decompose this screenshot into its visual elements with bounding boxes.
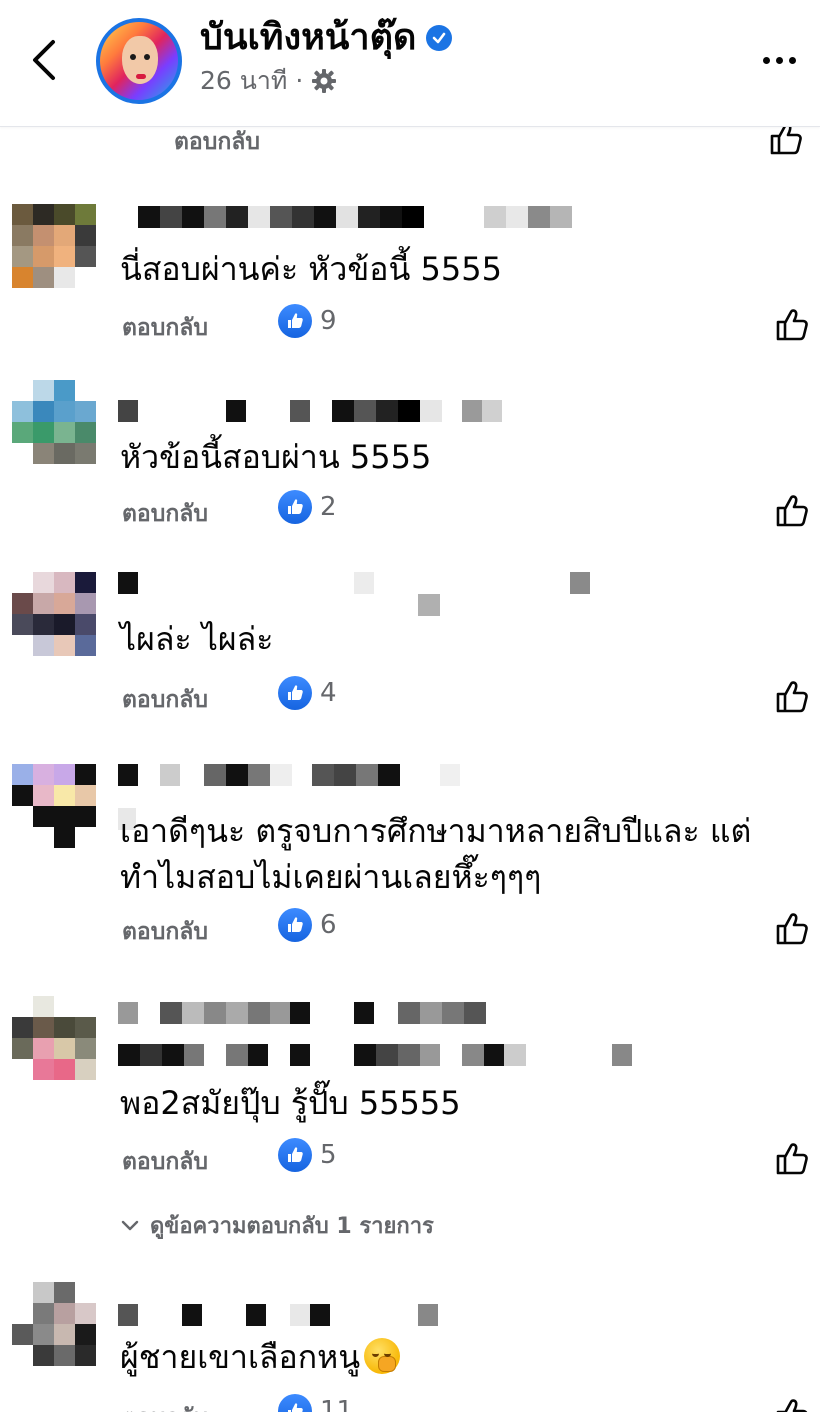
chevron-down-icon xyxy=(121,1220,139,1230)
page-avatar[interactable] xyxy=(96,18,182,104)
reaction-count: 5 xyxy=(320,1140,337,1170)
reaction-count: 2 xyxy=(320,492,337,522)
reaction-summary[interactable]: 11 xyxy=(278,1394,353,1412)
comment-item: นี่สอบผ่านค่ะ หัวข้อนี้ 5555 ตอบกลับ 9 xyxy=(0,196,820,356)
more-dot-icon xyxy=(788,56,796,64)
commenter-avatar[interactable] xyxy=(12,1282,96,1366)
thumbs-up-icon[interactable] xyxy=(772,304,812,344)
comment-item: ไผล่ะ ไผล่ะ ตอบกลับ 4 xyxy=(0,568,820,728)
chevron-left-icon xyxy=(33,40,55,80)
commenter-avatar[interactable] xyxy=(12,996,96,1080)
comment-text: เอาดีๆนะ ตรูจบการศึกษามาหลายสิบปีและ แต่… xyxy=(120,812,752,896)
reaction-summary[interactable]: 6 xyxy=(278,908,337,942)
like-reaction-icon xyxy=(278,1138,312,1172)
reaction-count: 6 xyxy=(320,910,337,940)
more-options-button[interactable] xyxy=(752,40,806,80)
reaction-count: 11 xyxy=(320,1396,354,1412)
reaction-summary[interactable]: 5 xyxy=(278,1138,337,1172)
thumbs-up-icon[interactable] xyxy=(772,908,812,948)
like-reaction-icon xyxy=(278,676,312,710)
avatar-eye xyxy=(144,54,150,60)
back-button[interactable] xyxy=(20,30,68,90)
like-reaction-icon xyxy=(278,908,312,942)
comment-actions: ตอบกลับ 11 xyxy=(122,1394,812,1412)
reply-button[interactable]: ตอบกลับ xyxy=(122,1144,208,1180)
meta-separator: · xyxy=(295,66,304,95)
more-dot-icon xyxy=(762,56,770,64)
thumbs-up-icon[interactable] xyxy=(772,676,812,716)
reaction-summary[interactable]: 4 xyxy=(278,676,337,710)
reply-button[interactable]: ตอบกลับ xyxy=(122,914,208,950)
comment-text: หัวข้อนี้สอบผ่าน 5555 xyxy=(120,438,432,476)
thumbs-up-icon[interactable] xyxy=(772,1394,812,1412)
view-replies-link[interactable]: ดูข้อความตอบกลับ 1 รายการ xyxy=(120,1208,434,1243)
post-meta: 26 นาที · xyxy=(200,64,337,98)
comment-item: เอาดีๆนะ ตรูจบการศึกษามาหลายสิบปีและ แต่… xyxy=(0,764,820,964)
comment-item: หัวข้อนี้สอบผ่าน 5555 ตอบกลับ 2 xyxy=(0,380,820,540)
commenter-avatar[interactable] xyxy=(12,572,96,656)
more-dot-icon xyxy=(775,56,783,64)
thumbs-up-icon[interactable] xyxy=(772,1138,812,1178)
reaction-count: 9 xyxy=(320,306,337,336)
commenter-avatar[interactable] xyxy=(12,380,96,464)
page-title[interactable]: บันเทิงหน้าตุ๊ด xyxy=(200,16,416,60)
like-reaction-icon xyxy=(278,304,312,338)
reaction-summary[interactable]: 9 xyxy=(278,304,337,338)
comment-text: นี่สอบผ่านค่ะ หัวข้อนี้ 5555 xyxy=(120,250,502,288)
avatar-eye xyxy=(130,54,136,60)
page-title-row[interactable]: บันเทิงหน้าตุ๊ด xyxy=(200,16,453,60)
post-header: บันเทิงหน้าตุ๊ด 26 นาที · xyxy=(0,0,820,127)
thumbs-up-icon[interactable] xyxy=(772,490,812,530)
comment-actions: ตอบกลับ 9 xyxy=(122,304,812,344)
gear-icon xyxy=(312,69,337,93)
shushing-face-emoji-icon xyxy=(364,1338,401,1374)
reply-button[interactable]: ตอบกลับ xyxy=(174,124,260,160)
comment-text: ไผล่ะ ไผล่ะ xyxy=(120,620,274,658)
comment-text-body: ผู้ชายเขาเลือกหนู xyxy=(120,1338,361,1376)
comment-text: พอ2สมัยปุ๊บ รู้ปั๊บ 55555 xyxy=(120,1084,461,1122)
comments-screen: บันเทิงหน้าตุ๊ด 26 นาที · ตอบกลับ นี่สอบ… xyxy=(0,0,820,1412)
commenter-avatar[interactable] xyxy=(12,204,96,288)
like-reaction-icon xyxy=(278,1394,312,1412)
reply-button[interactable]: ตอบกลับ xyxy=(122,310,208,346)
like-reaction-icon xyxy=(278,490,312,524)
reply-button[interactable]: ตอบกลับ xyxy=(122,1400,208,1412)
reaction-count: 4 xyxy=(320,678,337,708)
reply-button[interactable]: ตอบกลับ xyxy=(122,682,208,718)
verified-badge-icon xyxy=(426,25,453,51)
comment-actions: ตอบกลับ 6 xyxy=(122,908,812,948)
comment-text: ผู้ชายเขาเลือกหนู xyxy=(120,1334,810,1380)
post-time: 26 นาที xyxy=(200,66,288,95)
comment-actions: ตอบกลับ 2 xyxy=(122,490,812,530)
comment-actions: ตอบกลับ 4 xyxy=(122,676,812,716)
comment-actions: ตอบกลับ 5 xyxy=(122,1138,812,1178)
view-replies-label[interactable]: ดูข้อความตอบกลับ 1 รายการ xyxy=(150,1208,434,1243)
comment-item: ผู้ชายเขาเลือกหนู ตอบกลับ 11 xyxy=(0,1282,820,1412)
reply-button[interactable]: ตอบกลับ xyxy=(122,496,208,532)
reaction-summary[interactable]: 2 xyxy=(278,490,337,524)
commenter-avatar[interactable] xyxy=(12,764,96,848)
avatar-lips xyxy=(136,74,146,79)
